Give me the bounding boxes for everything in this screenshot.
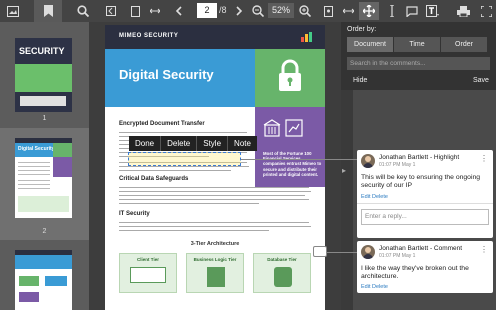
document-viewer[interactable]: MIMEO SECURITY Digital Security Most of: [89, 22, 341, 310]
thumbnails-icon[interactable]: [4, 2, 22, 20]
annotation-context-menu: Done Delete Style Note: [129, 136, 257, 151]
zoom-out-icon[interactable]: [251, 2, 265, 20]
lock-panel: [255, 49, 325, 107]
more-icon[interactable]: ⋮: [480, 154, 488, 163]
architecture-title: 3-Tier Architecture: [190, 241, 240, 247]
arch-box: Database Tier: [253, 253, 311, 293]
edit-link[interactable]: Edit: [361, 194, 370, 200]
note-marker-icon[interactable]: [313, 246, 327, 257]
pan-width-icon[interactable]: [341, 2, 355, 20]
fit-width-icon[interactable]: [148, 2, 162, 20]
arch-box: Client Tier: [119, 253, 177, 293]
delete-link[interactable]: Delete: [372, 194, 388, 200]
order-by-panel: Order by: Document Time Order Search in …: [341, 22, 496, 90]
comment-card: Jonathan Bartlett - Highlight 01:07 PM M…: [357, 150, 493, 238]
tab-document[interactable]: Document: [347, 37, 394, 52]
style-button[interactable]: Style: [197, 136, 227, 151]
avatar: [361, 154, 375, 168]
edit-link[interactable]: Edit: [361, 284, 370, 290]
more-icon[interactable]: ⋮: [480, 245, 488, 254]
save-button[interactable]: Save: [473, 77, 489, 84]
done-button[interactable]: Done: [129, 136, 160, 151]
fit-page-icon[interactable]: [128, 2, 142, 20]
tab-time[interactable]: Time: [394, 37, 441, 52]
document-page: MIMEO SECURITY Digital Security Most of: [105, 25, 325, 310]
expand-panel-icon[interactable]: ▸: [342, 166, 346, 175]
comment-connector: [241, 159, 357, 160]
order-tabs: Document Time Order: [347, 37, 488, 52]
thumb-title: Digital Security: [18, 146, 55, 152]
bookmark-icon[interactable]: [34, 0, 62, 22]
lock-icon: [279, 59, 301, 91]
comment-icon[interactable]: [405, 2, 419, 20]
section-title: IT Security: [119, 211, 150, 217]
building-icon: [263, 119, 281, 137]
avatar: [361, 245, 375, 259]
section-title: Critical Data Safeguards: [119, 176, 189, 182]
comment-body: This will be key to ensuring the ongoing…: [361, 174, 481, 189]
thumbnail-page-3[interactable]: [0, 242, 89, 310]
comment-author: Jonathan Bartlett - Comment: [379, 245, 463, 252]
zoom-in-icon[interactable]: [298, 2, 312, 20]
thumbnail-sidebar: SECURITY 1 Digital Security 2: [0, 22, 89, 310]
exit-icon[interactable]: [104, 2, 118, 20]
thumb-number: 1: [42, 115, 47, 122]
delete-link[interactable]: Delete: [372, 284, 388, 290]
comment-card: Jonathan Bartlett - Comment 01:07 PM May…: [357, 241, 493, 293]
prev-page-icon[interactable]: [172, 2, 186, 20]
delete-button[interactable]: Delete: [161, 136, 196, 151]
tab-order[interactable]: Order: [441, 37, 488, 52]
thumbnail-page-1[interactable]: SECURITY 1: [0, 22, 89, 126]
chart-icon: [285, 119, 303, 137]
logo-icon: [301, 32, 312, 42]
page-number-input[interactable]: 2: [197, 3, 217, 18]
thumb-number: 2: [42, 228, 47, 235]
reply-input[interactable]: Enter a reply...: [361, 209, 489, 225]
comment-date: 01:07 PM May 1: [379, 253, 416, 259]
text-annotation-icon[interactable]: [423, 2, 441, 20]
toolbar: 2 /8 52%: [0, 0, 496, 22]
arch-box: Business Logic Tier: [186, 253, 244, 293]
fortune-callout: Most of the Fortune 100 Financial Servic…: [255, 107, 325, 187]
pan-tool-icon[interactable]: [359, 2, 379, 20]
order-by-label: Order by:: [347, 26, 377, 33]
note-button[interactable]: Note: [228, 136, 257, 151]
highlight-annotation[interactable]: [128, 152, 241, 166]
next-page-icon[interactable]: [232, 2, 246, 20]
hide-button[interactable]: Hide: [353, 77, 367, 84]
thumbnail-page-2[interactable]: Digital Security 2: [0, 128, 89, 240]
comment-date: 01:07 PM May 1: [379, 162, 416, 168]
comment-connector: [327, 252, 357, 253]
page-copy-icon[interactable]: [322, 2, 334, 20]
callout-text: Most of the Fortune 100 Financial Servic…: [263, 151, 322, 177]
print-icon[interactable]: [455, 2, 471, 20]
fullscreen-icon[interactable]: [478, 2, 494, 20]
thumb-title: SECURITY: [19, 46, 65, 56]
search-icon[interactable]: [74, 2, 92, 20]
zoom-level[interactable]: 52%: [268, 3, 294, 18]
page-total: /8: [219, 5, 227, 15]
section-title: Encrypted Document Transfer: [119, 121, 205, 127]
doc-brand: MIMEO SECURITY: [119, 33, 179, 39]
comment-search-input[interactable]: Search in the comments...: [347, 57, 490, 70]
text-select-icon[interactable]: [385, 2, 399, 20]
comment-author: Jonathan Bartlett - Highlight: [379, 154, 460, 161]
hero-title: Digital Security: [119, 67, 214, 82]
comment-body: I like the way they've broken out the ar…: [361, 265, 469, 280]
